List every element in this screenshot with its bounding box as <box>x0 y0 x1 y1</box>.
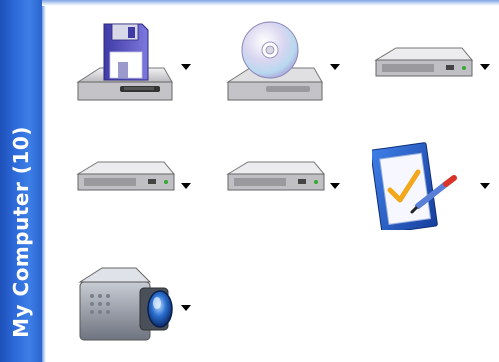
device-hard-drive-3[interactable] <box>222 146 347 236</box>
dropdown-arrow-icon[interactable] <box>330 183 340 189</box>
device-video-camera[interactable] <box>74 262 199 352</box>
group-title: My Computer (10) <box>9 126 33 338</box>
device-cd-drive[interactable] <box>222 20 347 110</box>
dropdown-arrow-icon[interactable] <box>480 64 490 70</box>
dropdown-arrow-icon[interactable] <box>181 64 191 70</box>
dropdown-arrow-icon[interactable] <box>181 183 191 189</box>
device-control-panel[interactable] <box>372 140 497 230</box>
floppy-drive-icon <box>76 23 173 101</box>
cd-drive-icon <box>226 21 323 101</box>
dropdown-arrow-icon[interactable] <box>480 183 490 189</box>
hard-drive-icon <box>226 161 326 191</box>
dropdown-arrow-icon[interactable] <box>181 305 191 311</box>
control-panel-check-icon <box>372 142 457 230</box>
hard-drive-icon <box>374 47 474 77</box>
dropdown-arrow-icon[interactable] <box>330 64 340 70</box>
top-border <box>42 0 499 6</box>
hard-drive-icon <box>76 161 176 191</box>
device-hard-drive-2[interactable] <box>72 146 197 236</box>
video-camera-icon <box>78 267 173 341</box>
device-hard-drive-1[interactable] <box>370 20 495 110</box>
group-sidebar[interactable]: My Computer (10) <box>0 0 42 362</box>
device-floppy-drive[interactable] <box>72 20 197 110</box>
sidebar-edge <box>42 0 46 362</box>
